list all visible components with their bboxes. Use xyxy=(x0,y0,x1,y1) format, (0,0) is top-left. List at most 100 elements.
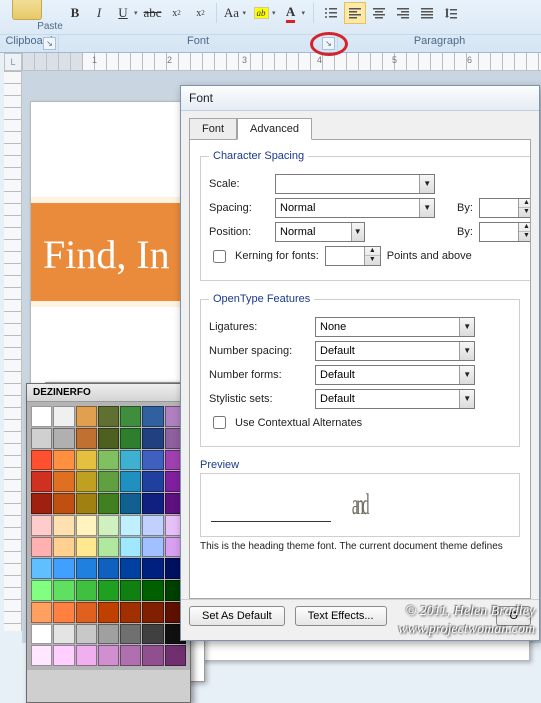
spin-down-icon[interactable]: ▼ xyxy=(365,256,380,265)
swatch[interactable] xyxy=(53,450,74,471)
swatch[interactable] xyxy=(120,428,141,449)
swatch[interactable] xyxy=(76,645,97,666)
swatch[interactable] xyxy=(120,580,141,601)
chevron-down-icon[interactable]: ▼ xyxy=(351,223,364,241)
ligatures-combo[interactable]: ▼ xyxy=(315,317,475,337)
paste-button[interactable]: Paste xyxy=(0,0,54,36)
swatch[interactable] xyxy=(53,406,74,427)
stylistic-sets-combo[interactable]: ▼ xyxy=(315,389,475,409)
swatch[interactable] xyxy=(98,558,119,579)
superscript-button[interactable]: x2 xyxy=(190,2,212,24)
spacing-input[interactable] xyxy=(276,199,419,217)
swatch[interactable] xyxy=(53,558,74,579)
swatch[interactable] xyxy=(98,515,119,536)
spacing-by-spinner[interactable]: ▲▼ xyxy=(479,198,531,218)
spacing-combo[interactable]: ▼ xyxy=(275,198,435,218)
swatch[interactable] xyxy=(142,624,163,645)
chevron-down-icon[interactable]: ▼ xyxy=(419,199,434,217)
spin-down-icon[interactable]: ▼ xyxy=(519,232,531,241)
contextual-alternates-checkbox[interactable] xyxy=(213,416,226,429)
spin-down-icon[interactable]: ▼ xyxy=(519,208,531,217)
position-by-spinner[interactable]: ▲▼ xyxy=(479,222,531,242)
swatch[interactable] xyxy=(98,624,119,645)
swatch[interactable] xyxy=(31,471,52,492)
swatch[interactable] xyxy=(31,428,52,449)
swatch-panel[interactable]: DEZINERFO xyxy=(26,383,191,703)
swatch[interactable] xyxy=(120,645,141,666)
swatch[interactable] xyxy=(31,515,52,536)
tab-advanced[interactable]: Advanced xyxy=(237,118,312,140)
swatch[interactable] xyxy=(165,645,186,666)
set-default-button[interactable]: Set As Default xyxy=(189,606,285,626)
chevron-down-icon[interactable]: ▼ xyxy=(459,342,474,360)
swatch[interactable] xyxy=(76,537,97,558)
swatch[interactable] xyxy=(53,602,74,623)
swatch[interactable] xyxy=(53,624,74,645)
kerning-checkbox[interactable] xyxy=(213,250,226,263)
scale-input[interactable] xyxy=(276,175,419,193)
swatch[interactable] xyxy=(120,602,141,623)
swatch[interactable] xyxy=(142,558,163,579)
line-spacing-button[interactable] xyxy=(440,2,462,24)
number-forms-combo[interactable]: ▼ xyxy=(315,365,475,385)
chevron-down-icon[interactable]: ▼ xyxy=(459,318,474,336)
swatch[interactable] xyxy=(142,602,163,623)
swatch[interactable] xyxy=(120,493,141,514)
swatch[interactable] xyxy=(31,602,52,623)
swatch[interactable] xyxy=(76,515,97,536)
swatch[interactable] xyxy=(98,537,119,558)
swatch[interactable] xyxy=(76,580,97,601)
chevron-down-icon[interactable]: ▾ xyxy=(272,9,276,17)
swatch[interactable] xyxy=(98,602,119,623)
swatch[interactable] xyxy=(53,515,74,536)
spin-up-icon[interactable]: ▲ xyxy=(365,247,380,256)
swatch[interactable] xyxy=(120,450,141,471)
swatch[interactable] xyxy=(53,428,74,449)
chevron-down-icon[interactable]: ▼ xyxy=(419,175,434,193)
swatch[interactable] xyxy=(31,645,52,666)
change-case-button[interactable]: Aa xyxy=(221,2,243,24)
swatch[interactable] xyxy=(142,493,163,514)
swatch[interactable] xyxy=(31,406,52,427)
number-spacing-combo[interactable]: ▼ xyxy=(315,341,475,361)
swatch[interactable] xyxy=(76,406,97,427)
swatch[interactable] xyxy=(98,645,119,666)
swatch[interactable] xyxy=(76,450,97,471)
scale-combo[interactable]: ▼ xyxy=(275,174,435,194)
kerning-points-spinner[interactable]: ▲▼ xyxy=(325,246,381,266)
bullets-button[interactable] xyxy=(320,2,342,24)
underline-button[interactable]: U xyxy=(112,2,134,24)
clipboard-launcher[interactable]: ↘ xyxy=(43,37,56,50)
swatch[interactable] xyxy=(53,493,74,514)
swatch[interactable] xyxy=(31,537,52,558)
chevron-down-icon[interactable]: ▼ xyxy=(459,390,474,408)
align-left-button[interactable] xyxy=(344,2,366,24)
swatch[interactable] xyxy=(142,580,163,601)
spin-up-icon[interactable]: ▲ xyxy=(519,199,531,208)
swatch[interactable] xyxy=(98,580,119,601)
swatch[interactable] xyxy=(76,428,97,449)
horizontal-ruler[interactable]: 1 2 3 4 5 6 xyxy=(22,53,541,71)
text-effects-button[interactable]: Text Effects... xyxy=(295,606,387,626)
spin-up-icon[interactable]: ▲ xyxy=(519,223,531,232)
swatch[interactable] xyxy=(142,537,163,558)
swatch[interactable] xyxy=(120,406,141,427)
font-color-button[interactable]: A xyxy=(280,2,302,24)
swatch[interactable] xyxy=(76,558,97,579)
swatch[interactable] xyxy=(98,471,119,492)
strikethrough-button[interactable]: abc xyxy=(142,2,164,24)
swatch[interactable] xyxy=(53,645,74,666)
swatch[interactable] xyxy=(53,580,74,601)
swatch[interactable] xyxy=(120,515,141,536)
swatch[interactable] xyxy=(120,624,141,645)
align-center-button[interactable] xyxy=(368,2,390,24)
swatch[interactable] xyxy=(142,645,163,666)
swatch[interactable] xyxy=(76,624,97,645)
chevron-down-icon[interactable]: ▾ xyxy=(134,9,138,17)
position-input[interactable] xyxy=(276,223,351,241)
swatch[interactable] xyxy=(31,493,52,514)
swatch[interactable] xyxy=(98,406,119,427)
swatch[interactable] xyxy=(142,450,163,471)
ruler-tab-selector[interactable]: L xyxy=(4,53,22,71)
align-right-button[interactable] xyxy=(392,2,414,24)
